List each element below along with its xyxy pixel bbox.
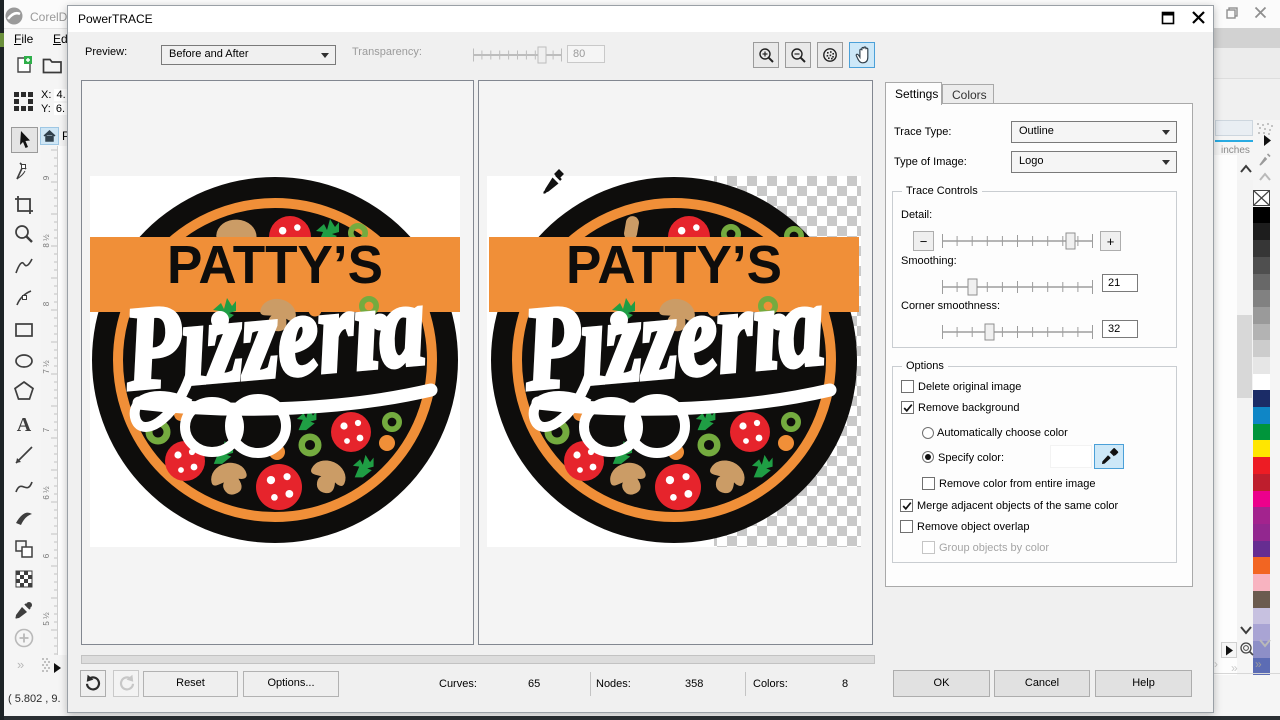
svg-text:8: 8	[42, 301, 51, 306]
svg-text:7: 7	[42, 427, 51, 432]
svg-text:7 ½: 7 ½	[42, 360, 51, 374]
svg-text:5 ½: 5 ½	[42, 612, 51, 626]
svg-text:6: 6	[42, 553, 51, 558]
svg-text:9: 9	[42, 175, 51, 180]
svg-text:6 ½: 6 ½	[42, 486, 51, 500]
svg-text:A: A	[17, 414, 32, 435]
svg-text:8 ½: 8 ½	[42, 234, 51, 248]
